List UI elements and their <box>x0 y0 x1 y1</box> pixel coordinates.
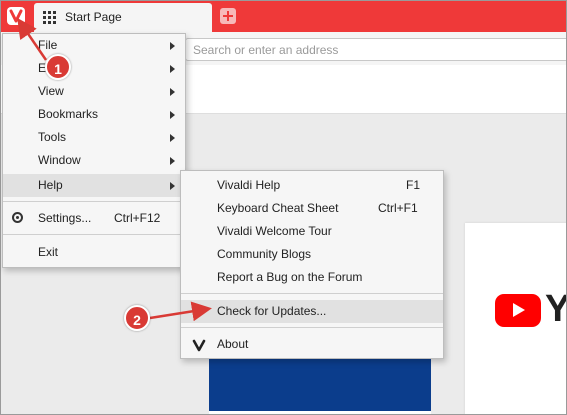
menu-item-settings[interactable]: Settings... Ctrl+F12 <box>3 207 185 230</box>
speed-dial-tile-youtube[interactable]: Y <box>465 223 566 414</box>
menu-separator <box>3 201 185 202</box>
menu-separator <box>181 293 443 294</box>
menu-item-about[interactable]: About <box>181 333 443 356</box>
menu-item-report-bug[interactable]: Report a Bug on the Forum <box>181 266 443 289</box>
menu-item-label: Settings... <box>38 211 92 225</box>
menu-item-shortcut: Ctrl+F12 <box>114 211 161 225</box>
vivaldi-logo-icon <box>191 337 207 353</box>
menu-item-label: Help <box>38 178 63 192</box>
vivaldi-main-menu: File Edit View Bookmarks Tools Window He… <box>2 33 186 268</box>
menu-item-file[interactable]: File <box>3 34 185 57</box>
menu-separator <box>3 234 185 235</box>
menu-item-label: File <box>38 38 58 52</box>
vivaldi-logo-icon <box>7 7 25 25</box>
submenu-arrow-icon <box>170 88 175 96</box>
menu-item-view[interactable]: View <box>3 80 185 103</box>
menu-item-tools[interactable]: Tools <box>3 126 185 149</box>
menu-item-exit[interactable]: Exit <box>3 241 185 264</box>
menu-item-bookmarks[interactable]: Bookmarks <box>3 103 185 126</box>
help-submenu: Vivaldi Help F1 Keyboard Cheat Sheet Ctr… <box>180 170 444 359</box>
menu-item-welcome-tour[interactable]: Vivaldi Welcome Tour <box>181 220 443 243</box>
menu-item-keyboard-cheat-sheet[interactable]: Keyboard Cheat Sheet Ctrl+F1 <box>181 197 443 220</box>
gear-icon <box>12 212 23 223</box>
menu-item-window[interactable]: Window <box>3 149 185 172</box>
menu-item-shortcut: F1 <box>406 178 421 192</box>
menu-item-label: Vivaldi Welcome Tour <box>217 224 332 238</box>
menu-item-edit[interactable]: Edit <box>3 57 185 80</box>
youtube-logo-icon <box>495 294 541 327</box>
menu-item-label: Window <box>38 153 81 167</box>
submenu-arrow-icon <box>170 182 175 190</box>
address-placeholder: Search or enter an address <box>193 43 339 57</box>
tab-start-page[interactable]: Start Page <box>34 3 212 32</box>
submenu-arrow-icon <box>170 134 175 142</box>
submenu-arrow-icon <box>170 111 175 119</box>
menu-item-label: About <box>217 337 249 351</box>
annotation-badge-1: 1 <box>45 54 71 80</box>
submenu-arrow-icon <box>170 157 175 165</box>
annotation-badge-2: 2 <box>124 305 150 331</box>
menu-item-label: View <box>38 84 64 98</box>
menu-item-label: Exit <box>38 245 59 259</box>
menu-item-label: Vivaldi Help <box>217 178 281 192</box>
menu-item-label: Tools <box>38 130 67 144</box>
youtube-wordmark: Y <box>545 288 566 331</box>
menu-item-label: Bookmarks <box>38 107 99 121</box>
menu-item-shortcut: Ctrl+F1 <box>378 201 418 215</box>
new-tab-plus-icon[interactable] <box>220 8 236 24</box>
tab-bar: Start Page <box>1 1 566 32</box>
speed-dial-grid-icon <box>43 11 56 24</box>
menu-item-help[interactable]: Help <box>3 174 185 197</box>
menu-item-label: Report a Bug on the Forum <box>217 270 363 284</box>
menu-item-label: Keyboard Cheat Sheet <box>217 201 339 215</box>
menu-separator <box>181 327 443 328</box>
menu-item-community-blogs[interactable]: Community Blogs <box>181 243 443 266</box>
submenu-arrow-icon <box>170 42 175 50</box>
tab-title: Start Page <box>65 10 122 24</box>
menu-item-label: Check for Updates... <box>217 304 327 318</box>
menu-item-vivaldi-help[interactable]: Vivaldi Help F1 <box>181 174 443 197</box>
menu-item-label: Community Blogs <box>217 247 312 261</box>
menu-item-check-for-updates[interactable]: Check for Updates... <box>181 300 443 323</box>
submenu-arrow-icon <box>170 65 175 73</box>
vivaldi-menu-button[interactable] <box>3 4 31 29</box>
address-input[interactable]: Search or enter an address <box>185 38 566 61</box>
